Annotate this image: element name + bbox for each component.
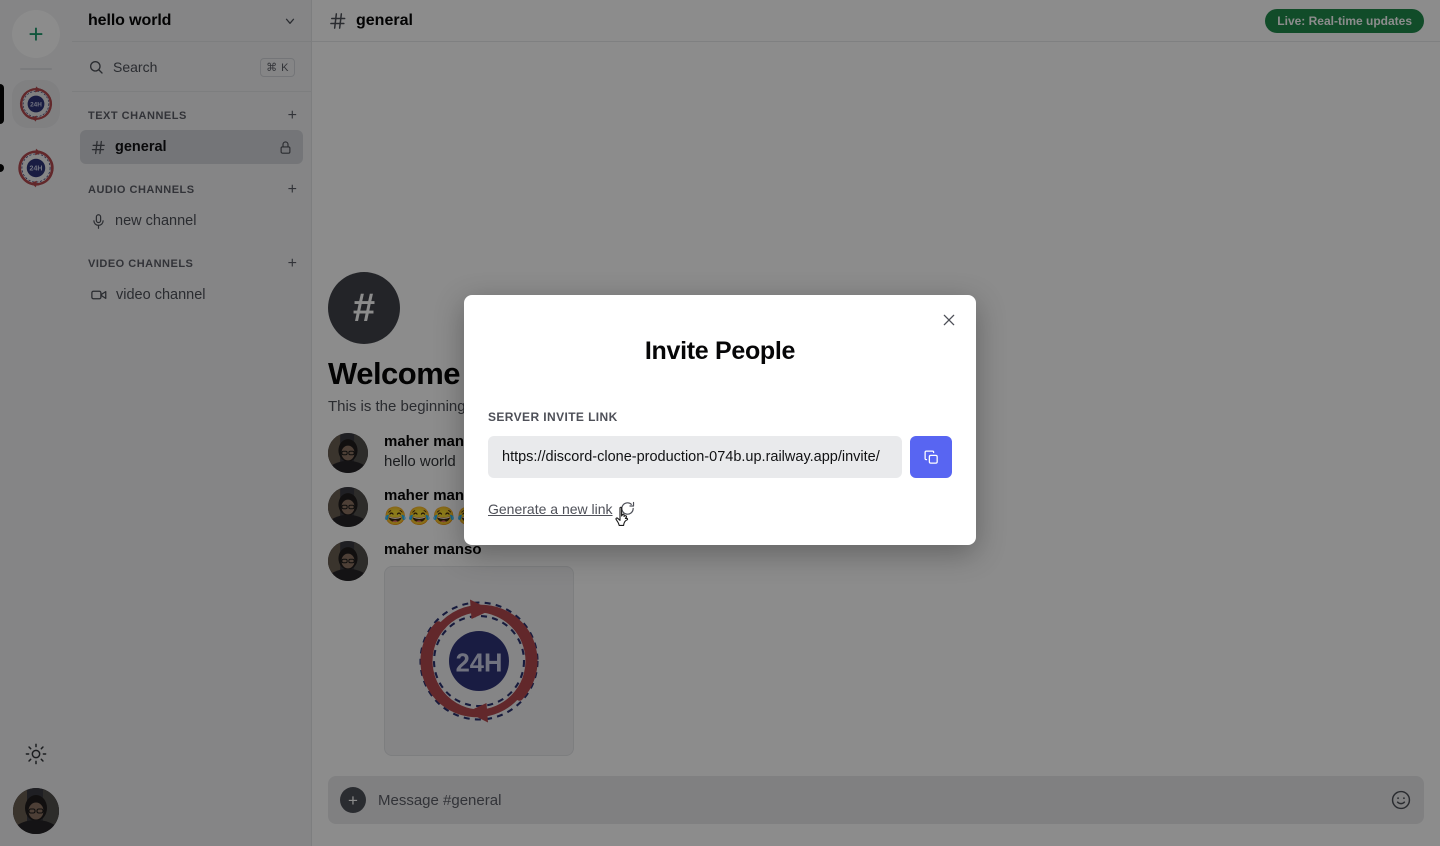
copy-icon [923,449,938,464]
modal-title: Invite People [644,337,796,365]
close-icon [943,314,955,326]
refresh-icon [620,501,634,515]
refresh-icon-wrap[interactable] [619,500,636,517]
invite-people-modal: Invite People SERVER INVITE LINK Generat… [464,295,976,545]
generate-new-link-button[interactable]: Generate a new link [488,501,613,517]
app-root: + 24H 24H hello world Search ⌘ K TEXT CH… [0,0,1440,846]
invite-link-label: SERVER INVITE LINK [488,410,618,424]
invite-link-input[interactable] [488,436,902,478]
invite-link-row [488,436,952,478]
close-button[interactable] [936,307,962,333]
generate-link-row: Generate a new link [488,500,636,526]
copy-invite-link-button[interactable] [910,436,952,478]
